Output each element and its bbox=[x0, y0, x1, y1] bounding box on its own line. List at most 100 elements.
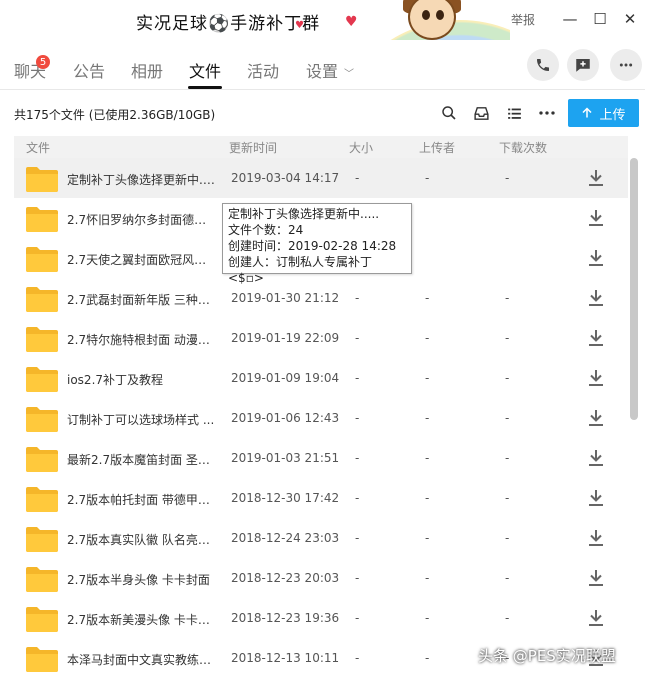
file-name[interactable]: 2.7版本新美漫头像 卡卡封面 bbox=[67, 611, 217, 628]
tab-album[interactable]: 相册 bbox=[131, 58, 163, 82]
folder-info-tooltip: 定制补丁头像选择更新中..... 文件个数：24 创建时间：2019-02-28… bbox=[222, 203, 412, 285]
folder-icon bbox=[26, 527, 58, 552]
file-updated-time: 2019-01-06 12:43 bbox=[231, 411, 340, 425]
folder-icon bbox=[26, 247, 58, 272]
file-name[interactable]: 2.7特尔施特根封面 动漫头像 bbox=[67, 331, 217, 348]
file-name[interactable]: 2.7怀旧罗纳尔多封面德布劳内 bbox=[67, 211, 217, 228]
file-toolbar: 共175个文件 (已使用2.36GB/10GB) 上传 bbox=[0, 91, 645, 136]
file-updated-time: 2018-12-30 17:42 bbox=[231, 491, 340, 505]
toolbar-more-button[interactable] bbox=[537, 103, 557, 123]
tab-activity[interactable]: 活动 bbox=[247, 58, 279, 82]
file-size: - bbox=[355, 571, 360, 585]
folder-icon bbox=[26, 487, 58, 512]
folder-icon bbox=[26, 287, 58, 312]
file-updated-time: 2018-12-23 20:03 bbox=[231, 571, 340, 585]
tab-settings[interactable]: 设置 ﹀ bbox=[306, 58, 354, 82]
file-size: - bbox=[355, 371, 360, 385]
file-size: - bbox=[355, 611, 360, 625]
download-icon[interactable] bbox=[588, 569, 604, 587]
file-name[interactable]: 2.7版本帕托封面 带德甲球衣 bbox=[67, 491, 217, 508]
file-size: - bbox=[355, 531, 360, 545]
maximize-button[interactable]: ☐ bbox=[585, 4, 615, 34]
title-bar: 实况足球⚽手游补丁群 ♥ ♥ 举报 — ☐ ✕ bbox=[0, 0, 645, 40]
inbox-icon bbox=[473, 106, 489, 120]
file-row[interactable]: 2.7版本帕托封面 带德甲球衣 2018-12-30 17:42 - - - bbox=[14, 478, 628, 518]
file-row[interactable]: ios2.7补丁及教程 2019-01-09 19:04 - - - bbox=[14, 358, 628, 398]
file-uploader: - bbox=[425, 291, 430, 305]
column-size-header[interactable]: 大小 bbox=[349, 139, 373, 156]
file-download-count: - bbox=[505, 331, 510, 345]
column-downloads-header[interactable]: 下载次数 bbox=[499, 139, 547, 156]
download-icon[interactable] bbox=[588, 209, 604, 227]
file-name[interactable]: 2.7武磊封面新年版 三种头像 bbox=[67, 291, 217, 308]
phone-call-button[interactable] bbox=[527, 49, 559, 81]
folder-icon bbox=[26, 567, 58, 592]
file-row[interactable]: 2.7版本半身头像 卡卡封面 2018-12-23 20:03 - - - bbox=[14, 558, 628, 598]
folder-icon bbox=[26, 647, 58, 672]
file-download-count: - bbox=[505, 171, 510, 185]
download-icon[interactable] bbox=[588, 169, 604, 187]
file-name[interactable]: 2.7版本真实队徽 队名亮罗 ... bbox=[67, 531, 217, 548]
inbox-button[interactable] bbox=[471, 103, 491, 123]
file-download-count: - bbox=[505, 491, 510, 505]
list-view-button[interactable] bbox=[504, 103, 524, 123]
download-icon[interactable] bbox=[588, 529, 604, 547]
download-icon[interactable] bbox=[588, 409, 604, 427]
group-tabs: 聊天 5 公告 相册 文件 活动 设置 ﹀ bbox=[0, 40, 645, 90]
file-name[interactable]: 2.7版本半身头像 卡卡封面 bbox=[67, 571, 217, 588]
file-name[interactable]: 定制补丁头像选择更新中..... bbox=[67, 171, 217, 188]
file-uploader: - bbox=[425, 491, 430, 505]
file-size: - bbox=[355, 491, 360, 505]
close-button[interactable]: ✕ bbox=[615, 4, 645, 34]
file-row[interactable]: 定制补丁头像选择更新中..... 2019-03-04 14:17 - - - bbox=[14, 158, 628, 198]
column-name-header[interactable]: 文件 bbox=[26, 139, 50, 156]
file-name[interactable]: 本泽马封面中文真实教练头像 bbox=[67, 651, 217, 668]
upload-button[interactable]: 上传 bbox=[568, 99, 639, 127]
download-icon[interactable] bbox=[588, 369, 604, 387]
download-icon[interactable] bbox=[588, 329, 604, 347]
file-updated-time: 2019-01-30 21:12 bbox=[231, 291, 340, 305]
file-uploader: - bbox=[425, 451, 430, 465]
file-row[interactable]: 2.7版本新美漫头像 卡卡封面 2018-12-23 19:36 - - - bbox=[14, 598, 628, 638]
search-button[interactable] bbox=[439, 103, 459, 123]
download-icon[interactable] bbox=[588, 289, 604, 307]
tab-files[interactable]: 文件 bbox=[189, 58, 221, 82]
file-name[interactable]: 最新2.7版本魔笛封面 圣诞头像 bbox=[67, 451, 217, 468]
download-icon[interactable] bbox=[588, 449, 604, 467]
file-uploader: - bbox=[425, 411, 430, 425]
download-icon[interactable] bbox=[588, 249, 604, 267]
file-size: - bbox=[355, 331, 360, 345]
file-size: - bbox=[355, 451, 360, 465]
file-updated-time: 2019-01-03 21:51 bbox=[231, 451, 340, 465]
file-row[interactable]: 2.7特尔施特根封面 动漫头像 2019-01-19 22:09 - - - bbox=[14, 318, 628, 358]
file-updated-time: 2018-12-13 10:11 bbox=[231, 651, 340, 665]
file-row[interactable]: 订制补丁可以选球场样式 ... 2019-01-06 12:43 - - - bbox=[14, 398, 628, 438]
file-updated-time: 2018-12-23 19:36 bbox=[231, 611, 340, 625]
minimize-button[interactable]: — bbox=[555, 4, 585, 34]
scrollbar-thumb[interactable] bbox=[630, 158, 638, 420]
more-options-button[interactable] bbox=[610, 49, 642, 81]
column-uploader-header[interactable]: 上传者 bbox=[419, 139, 455, 156]
file-updated-time: 2019-03-04 14:17 bbox=[231, 171, 340, 185]
file-row[interactable]: 最新2.7版本魔笛封面 圣诞头像 2019-01-03 21:51 - - - bbox=[14, 438, 628, 478]
chevron-down-icon: ﹀ bbox=[344, 69, 355, 80]
file-name[interactable]: 2.7天使之翼封面欧冠风格头像 bbox=[67, 251, 217, 268]
search-icon bbox=[442, 106, 456, 120]
folder-icon bbox=[26, 207, 58, 232]
report-link[interactable]: 举报 bbox=[511, 11, 535, 28]
file-name[interactable]: ios2.7补丁及教程 bbox=[67, 371, 217, 388]
file-size: - bbox=[355, 651, 360, 665]
folder-icon bbox=[26, 167, 58, 192]
app-add-button[interactable] bbox=[567, 49, 599, 81]
chat-plus-icon bbox=[576, 59, 590, 72]
file-name[interactable]: 订制补丁可以选球场样式 ... bbox=[67, 411, 217, 428]
folder-icon bbox=[26, 407, 58, 432]
download-icon[interactable] bbox=[588, 489, 604, 507]
column-updated-header[interactable]: 更新时间 bbox=[229, 139, 277, 156]
file-row[interactable]: 2.7版本真实队徽 队名亮罗 ... 2018-12-24 23:03 - - - bbox=[14, 518, 628, 558]
upload-label: 上传 bbox=[599, 107, 626, 123]
file-download-count: - bbox=[505, 571, 510, 585]
tab-announcement[interactable]: 公告 bbox=[73, 58, 105, 82]
download-icon[interactable] bbox=[588, 609, 604, 627]
file-uploader: - bbox=[425, 611, 430, 625]
